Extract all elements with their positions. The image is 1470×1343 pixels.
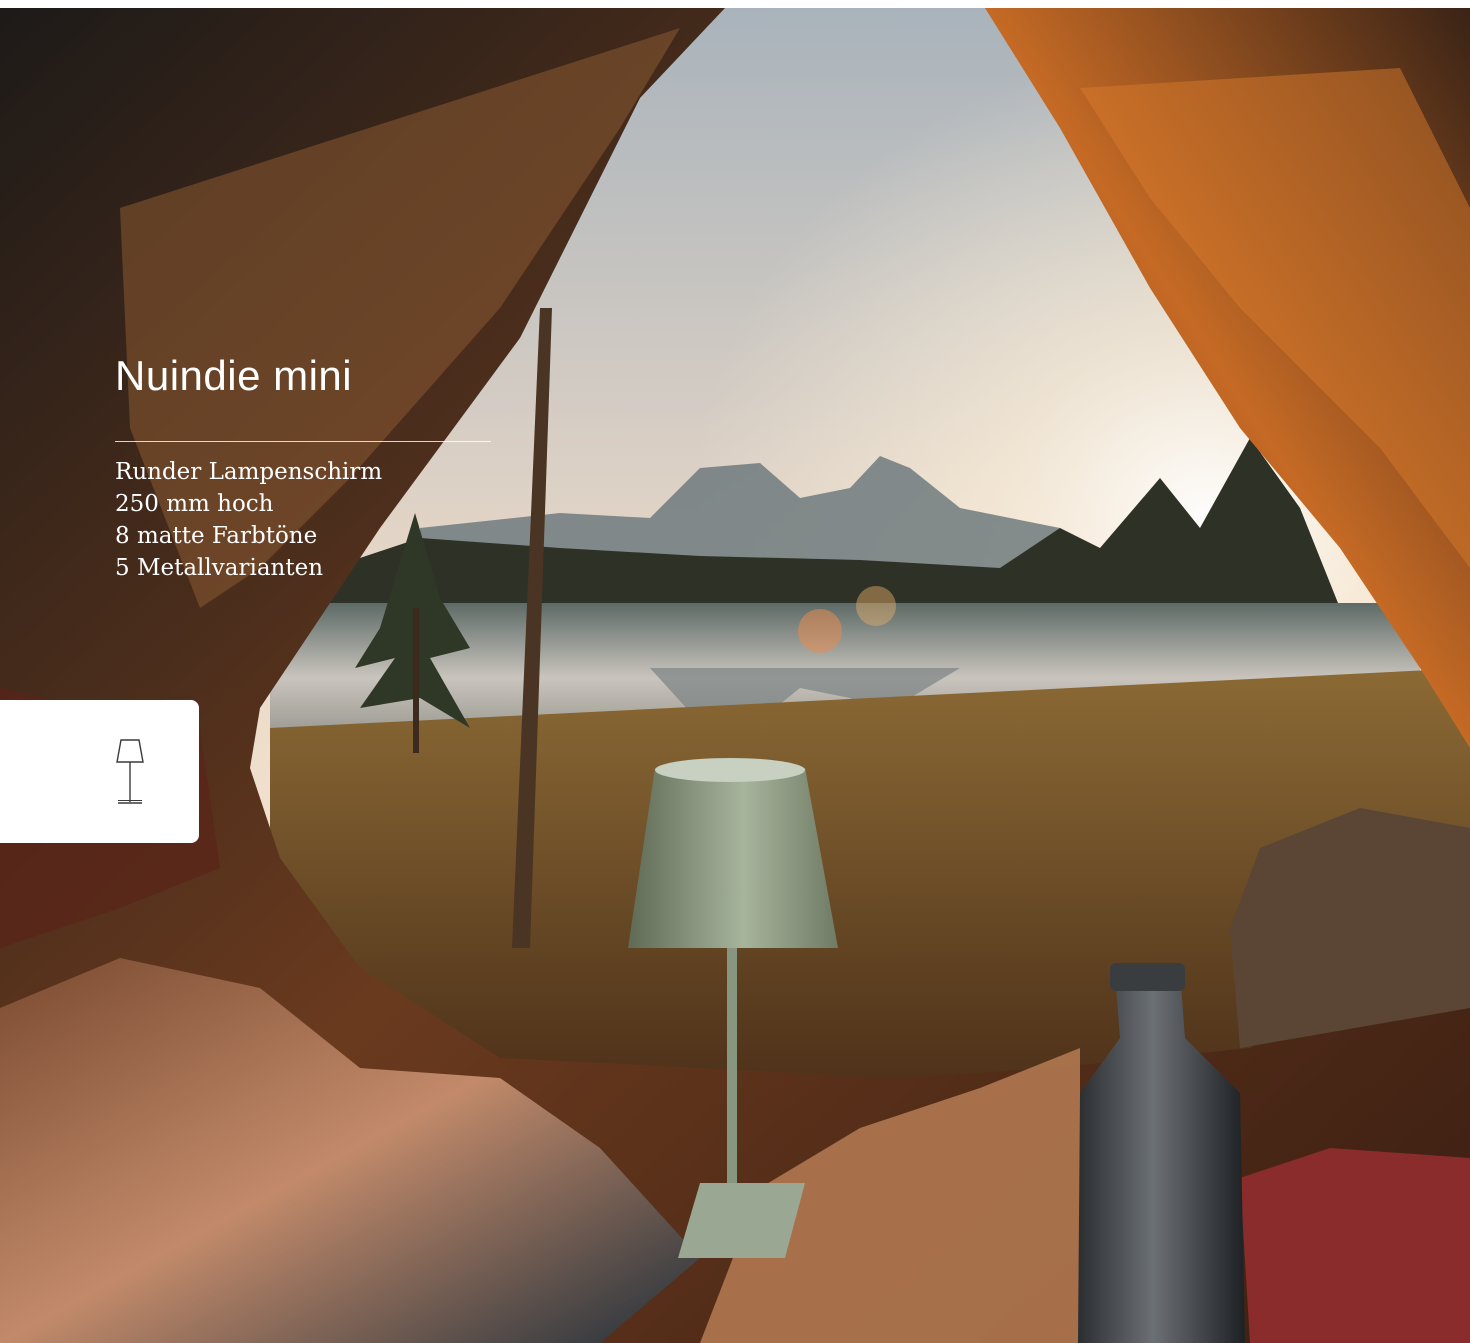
title-divider [115, 441, 491, 442]
product-info: Nuindie mini Runder Lampenschirm 250 mm … [115, 350, 495, 584]
spec-item: Runder Lampenschirm [115, 459, 383, 485]
spec-item: 250 mm hoch [115, 491, 274, 517]
lamp-icon-card [0, 700, 199, 843]
table-lamp-icon [115, 738, 144, 804]
tent-scene-illustration [0, 8, 1470, 1343]
spec-item: 8 matte Farbtöne [115, 523, 318, 549]
spec-item: 5 Metallvarianten [115, 555, 324, 581]
product-title: Nuindie mini [115, 352, 353, 399]
camping-tent-photo [0, 8, 1470, 1343]
catalog-page: Nuindie mini Runder Lampenschirm 250 mm … [0, 0, 1470, 1343]
spec-list: Runder Lampenschirm 250 mm hoch 8 matte … [115, 456, 495, 584]
